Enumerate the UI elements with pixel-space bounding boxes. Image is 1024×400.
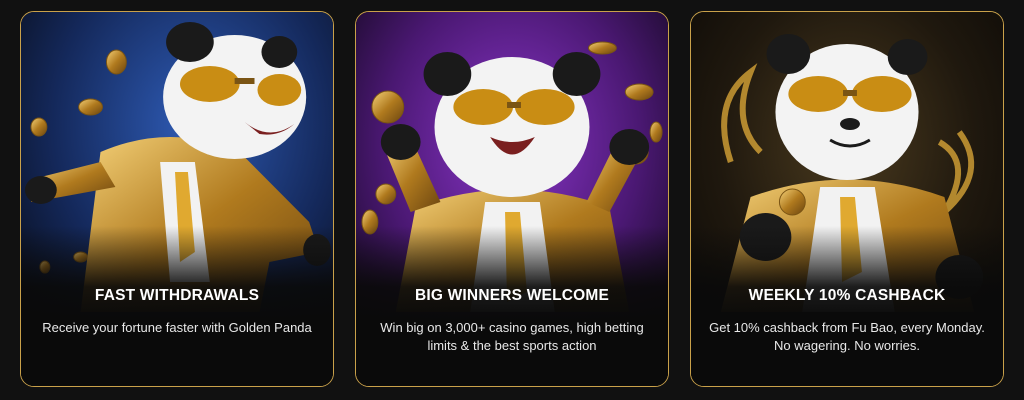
card-fade-overlay [356,226,668,386]
card-title: FAST WITHDRAWALS [94,287,260,304]
promo-card-fast-withdrawals[interactable]: FAST WITHDRAWALS Receive your fortune fa… [20,11,334,387]
card-description: Receive your fortune faster with Golden … [42,320,312,335]
card-title: BIG WINNERS WELCOME [414,287,610,304]
card-description: Win big on 3,000+ casino games, high bet… [380,320,644,353]
card-fade-overlay [691,226,1003,386]
promo-cards-row: FAST WITHDRAWALS Receive your fortune fa… [0,0,1024,400]
promo-card-weekly-cashback[interactable]: WEEKLY 10% CASHBACK Get 10% cashback fro… [690,11,1004,387]
card-title: WEEKLY 10% CASHBACK [748,287,946,304]
card-description: Get 10% cashback from Fu Bao, every Mond… [709,320,985,353]
card-fade-overlay [21,226,333,386]
promo-card-big-winners[interactable]: BIG WINNERS WELCOME Win big on 3,000+ ca… [355,11,669,387]
